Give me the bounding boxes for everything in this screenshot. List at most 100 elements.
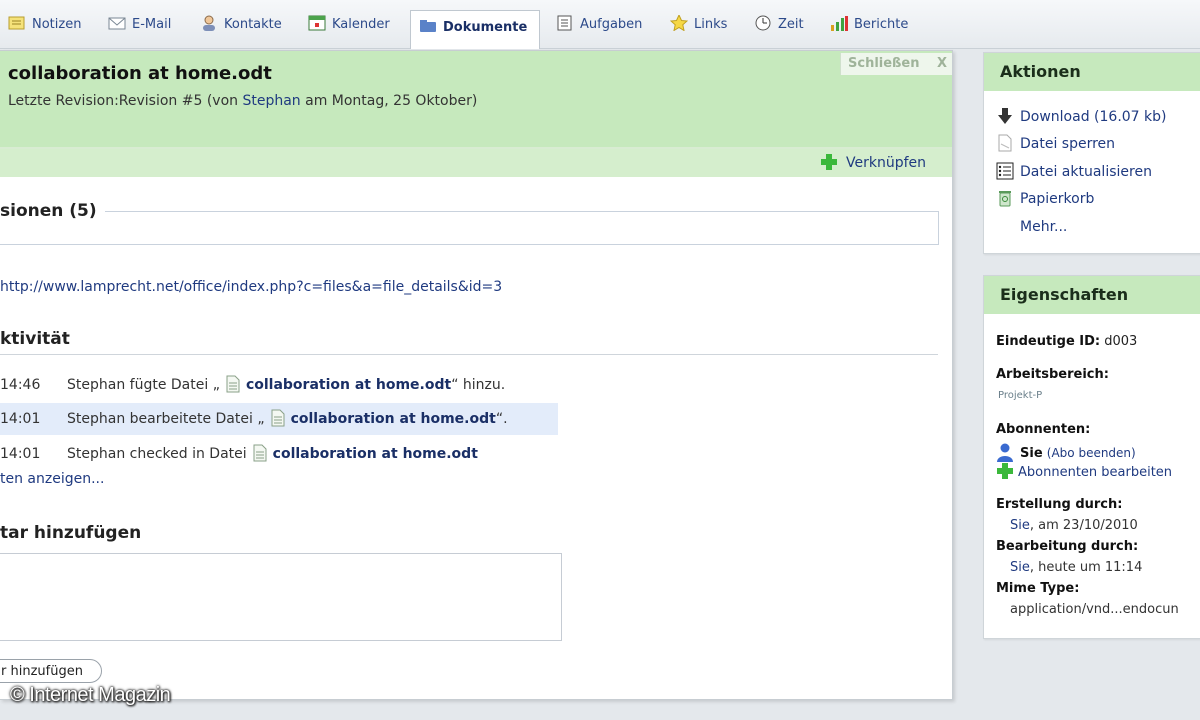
notes-icon xyxy=(8,16,25,30)
activity-time: 14:46 xyxy=(0,377,41,393)
tab-kalender[interactable]: Kalender xyxy=(308,8,390,42)
mime-label: Mime Type: xyxy=(996,581,1080,596)
tab-label: Links xyxy=(694,17,728,32)
subscriber-name[interactable]: Sie xyxy=(1020,446,1043,461)
lock-file-icon xyxy=(998,134,1012,152)
edited-user-link[interactable]: Sie xyxy=(1010,560,1030,575)
tab-email[interactable]: E-Mail xyxy=(108,8,171,42)
close-icon: X xyxy=(937,56,948,71)
top-navigation-tabs: Notizen E-Mail Kontakte Kalender Dokumen… xyxy=(0,0,1200,49)
close-button[interactable]: Schließen X xyxy=(840,53,952,75)
link-bar: Verknüpfen xyxy=(0,149,952,177)
unique-id-row: Eindeutige ID: d003 xyxy=(996,334,1137,349)
activity-time: 14:01 xyxy=(0,411,41,427)
close-label: Schließen xyxy=(848,56,920,71)
unique-id-value: d003 xyxy=(1104,334,1138,349)
unsubscribe-link[interactable]: (Abo beenden) xyxy=(1047,446,1136,460)
document-header: Schließen X collaboration at home.odt Le… xyxy=(0,51,952,147)
activity-prefix: Stephan fügte Datei „ xyxy=(67,377,220,393)
activity-text: Stephan bearbeitete Datei „ collaboration… xyxy=(67,403,508,435)
activity-document-link[interactable]: collaboration at home.odt xyxy=(273,446,478,462)
tab-label: Notizen xyxy=(32,17,82,32)
activity-text: Stephan checked in Datei collaboration at… xyxy=(67,438,478,470)
comment-heading: tar hinzufügen xyxy=(0,523,142,543)
revision-prefix: Letzte Revision:Revision #5 (von xyxy=(8,93,243,109)
created-label-row: Erstellung durch: xyxy=(996,497,1122,512)
document-url-link[interactable]: http://www.lamprecht.net/office/index.ph… xyxy=(0,279,502,295)
trash-action[interactable]: Papierkorb xyxy=(996,187,1094,211)
show-more-link[interactable]: ten anzeigen... xyxy=(0,471,104,487)
activity-row: 14:01 Stephan bearbeitete Datei „ collabo… xyxy=(0,403,558,435)
activity-prefix: Stephan checked in Datei xyxy=(67,446,247,462)
activity-document-link[interactable]: collaboration at home.odt xyxy=(246,377,451,393)
download-icon xyxy=(998,108,1012,124)
clock-icon xyxy=(755,15,771,31)
activity-time: 14:01 xyxy=(0,446,41,462)
tab-berichte[interactable]: Berichte xyxy=(830,8,908,42)
tab-aufgaben[interactable]: Aufgaben xyxy=(556,8,642,42)
revision-user-link[interactable]: Stephan xyxy=(242,93,300,109)
tasks-icon xyxy=(557,15,572,31)
tab-label: Aufgaben xyxy=(580,17,643,32)
activity-text: Stephan fügte Datei „ collaboration at ho… xyxy=(67,369,505,401)
download-label: Download (16.07 kb) xyxy=(1020,109,1167,125)
edited-label-row: Bearbeitung durch: xyxy=(996,539,1138,554)
edit-subscribers-label: Abonnenten bearbeiten xyxy=(1018,465,1173,480)
tab-label: Berichte xyxy=(854,17,909,32)
tab-notizen[interactable]: Notizen xyxy=(8,8,81,42)
update-file-action[interactable]: Datei aktualisieren xyxy=(996,160,1152,184)
lock-file-label: Datei sperren xyxy=(1020,136,1116,152)
actions-panel: Aktionen Download (16.07 kb) Datei sperr… xyxy=(983,52,1200,254)
revision-suffix: am Montag, 25 Oktober) xyxy=(300,93,478,109)
link-button[interactable]: Verknüpfen xyxy=(820,152,926,174)
tab-zeit[interactable]: Zeit xyxy=(754,8,804,42)
tab-label: Dokumente xyxy=(443,20,528,35)
copyright-watermark: © Internet Magazin xyxy=(10,684,171,706)
versions-heading: sionen (5) xyxy=(0,201,105,221)
star-icon xyxy=(670,15,688,31)
tab-links[interactable]: Links xyxy=(670,8,727,42)
activity-suffix: “ hinzu. xyxy=(451,377,506,393)
activity-divider xyxy=(0,354,938,355)
activity-row: 14:01 Stephan checked in Datei collaborat… xyxy=(0,438,558,470)
workspace-tag[interactable]: Projekt-P xyxy=(998,390,1042,401)
workspace-label: Arbeitsbereich: xyxy=(996,367,1109,382)
workspace-label-row: Arbeitsbereich: xyxy=(996,367,1109,382)
bar-chart-icon xyxy=(831,16,848,31)
comment-textarea[interactable] xyxy=(0,553,562,641)
contacts-icon xyxy=(203,15,215,31)
edited-label: Bearbeitung durch: xyxy=(996,539,1139,554)
download-action[interactable]: Download (16.07 kb) xyxy=(996,105,1167,129)
properties-panel: Eigenschaften Eindeutige ID: d003 Arbeit… xyxy=(983,275,1200,639)
plus-icon xyxy=(997,463,1013,479)
activity-row: 14:46 Stephan fügte Datei „ collaboration… xyxy=(0,369,558,401)
activity-document-link[interactable]: collaboration at home.odt xyxy=(291,411,496,427)
created-date: , am 23/10/2010 xyxy=(1029,518,1138,533)
tab-kontakte[interactable]: Kontakte xyxy=(200,8,282,42)
trash-label: Papierkorb xyxy=(1020,191,1095,207)
tab-label: Kalender xyxy=(332,17,390,32)
add-comment-button[interactable]: r hinzufügen xyxy=(0,659,102,683)
activity-suffix: “. xyxy=(495,411,508,427)
activity-heading: ktivität xyxy=(0,329,70,349)
tab-label: E-Mail xyxy=(132,17,172,32)
actions-heading: Aktionen xyxy=(984,53,1200,91)
unique-id-label: Eindeutige ID: xyxy=(996,334,1101,349)
created-user-link[interactable]: Sie xyxy=(1010,518,1030,533)
trash-icon xyxy=(999,191,1011,207)
tab-dokumente[interactable]: Dokumente xyxy=(410,10,541,49)
more-actions-link[interactable]: Mehr... xyxy=(1020,215,1067,239)
edit-subscribers-action[interactable]: Abonnenten bearbeiten xyxy=(996,462,1172,480)
plus-icon xyxy=(821,154,837,170)
revision-info: Letzte Revision:Revision #5 (von Stephan… xyxy=(8,93,477,109)
created-label: Erstellung durch: xyxy=(996,497,1123,512)
document-icon xyxy=(271,409,285,427)
documents-icon xyxy=(420,20,436,32)
document-detail-panel: Schließen X collaboration at home.odt Le… xyxy=(0,50,953,700)
activity-prefix: Stephan bearbeitete Datei „ xyxy=(67,411,265,427)
tab-label: Kontakte xyxy=(224,17,282,32)
user-icon xyxy=(997,443,1013,462)
edited-date: , heute um 11:14 xyxy=(1029,560,1143,575)
lock-file-action[interactable]: Datei sperren xyxy=(996,132,1115,156)
tab-label: Zeit xyxy=(778,17,804,32)
